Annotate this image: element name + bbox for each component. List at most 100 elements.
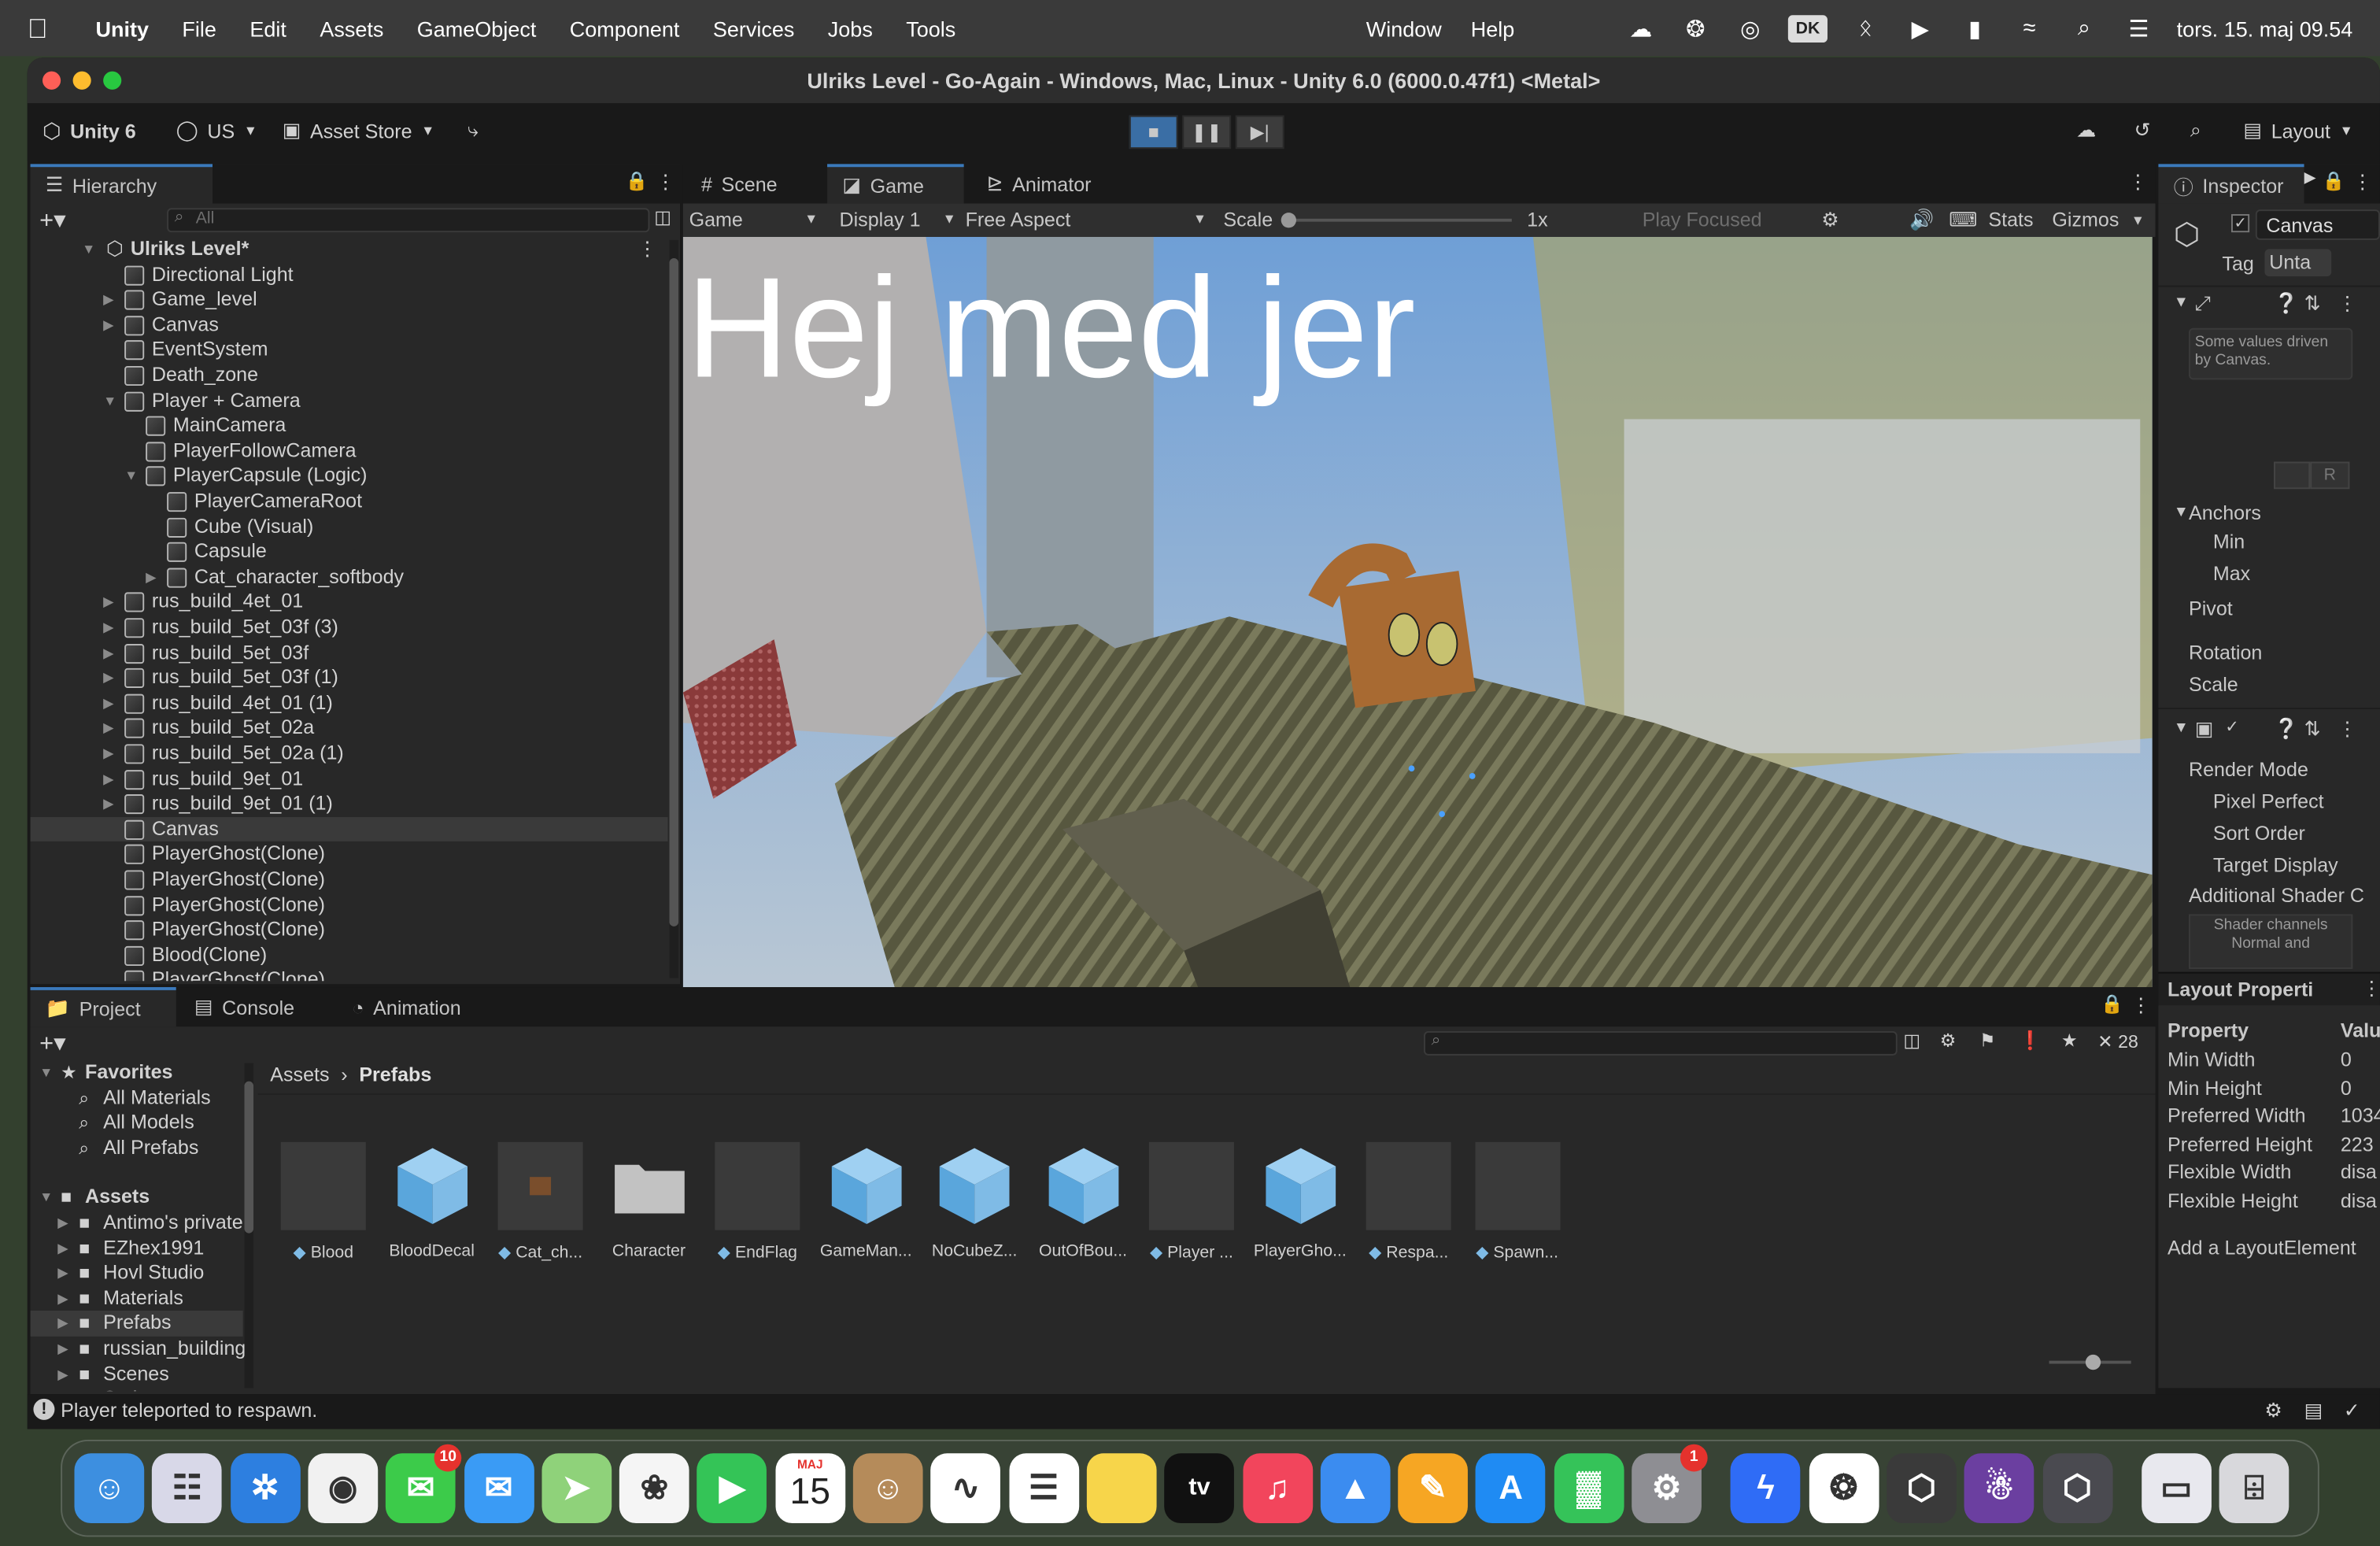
unityhub-icon[interactable]: ⬡: [2042, 1453, 2112, 1524]
hierarchy-item[interactable]: Canvas: [30, 816, 668, 842]
layout-dropdown[interactable]: ▤ Layout ▼: [2243, 118, 2352, 142]
lock-icon[interactable]: 🔒: [2323, 170, 2345, 191]
hierarchy-item[interactable]: PlayerGhost(Clone): [31, 893, 668, 918]
preset-icon[interactable]: ⇅: [2304, 291, 2321, 316]
thumbnail-size-slider[interactable]: [2049, 1354, 2131, 1370]
object-name-field[interactable]: Canvas: [2255, 209, 2380, 240]
tab-animator[interactable]: ⊵ Animator: [971, 164, 1107, 203]
menu-component[interactable]: Component: [570, 16, 680, 40]
hierarchy-item[interactable]: ▶ rus_build_4et_01 (1): [31, 690, 668, 716]
expand-arrow-icon[interactable]: ▶: [103, 792, 113, 817]
lock-icon[interactable]: 🔒: [2101, 993, 2123, 1015]
tab-console[interactable]: ▤ Console: [179, 987, 310, 1026]
pause-button[interactable]: ❚❚: [1182, 115, 1232, 150]
mail-icon[interactable]: ✉: [464, 1453, 534, 1524]
photos-icon[interactable]: ❀: [619, 1453, 689, 1524]
mute-audio-icon[interactable]: 🔊: [1909, 208, 1934, 232]
launchpad-icon[interactable]: ☷: [152, 1453, 223, 1524]
aspect-dropdown[interactable]: Free Aspect ▼: [966, 208, 1207, 231]
expand-arrow-icon[interactable]: ▼: [39, 1185, 53, 1211]
layout-properties-header[interactable]: Layout Properti ⋮: [2158, 971, 2380, 1006]
hierarchy-item[interactable]: ▶ Canvas: [31, 313, 668, 338]
contacts-icon[interactable]: ☺: [852, 1453, 923, 1524]
input-source-badge[interactable]: DK: [1787, 14, 1828, 43]
hierarchy-item[interactable]: Death_zone: [31, 363, 668, 388]
more-options-icon[interactable]: ⋮: [638, 237, 657, 262]
project-tree-item[interactable]: ▶ ■ Scripts: [31, 1387, 243, 1391]
expand-arrow-icon[interactable]: ▶: [103, 741, 113, 766]
keyboard-icon[interactable]: ⌨: [1949, 208, 1977, 232]
minimize-window-button[interactable]: [72, 71, 91, 90]
prefab-asset[interactable]: ◆ Blood: [270, 1141, 376, 1262]
add-layout-element-button[interactable]: Add a LayoutElement: [2168, 1236, 2356, 1259]
chrome-icon[interactable]: ◉: [308, 1453, 379, 1524]
project-tree-item[interactable]: ▶ ■ EZhex1991: [31, 1236, 243, 1261]
project-tree-item[interactable]: ▶ ■ Hovl Studio: [31, 1261, 243, 1286]
bluetooth-icon[interactable]: ᛟ: [1849, 14, 1882, 42]
creative-cloud-icon[interactable]: ◎: [1734, 14, 1767, 42]
project-tree-item[interactable]: ⌕ All Models: [31, 1111, 243, 1136]
menu-assets[interactable]: Assets: [320, 16, 383, 40]
expand-arrow-icon[interactable]: ▼: [103, 388, 116, 413]
cloud-sync-icon[interactable]: ☁: [1624, 14, 1658, 42]
project-search-input[interactable]: ⌕: [1423, 1030, 1898, 1056]
hierarchy-item[interactable]: PlayerCameraRoot: [31, 489, 668, 514]
help-icon[interactable]: ❔: [2274, 291, 2298, 316]
prefab-asset[interactable]: ◆ Spawn...: [1464, 1141, 1570, 1262]
tab-hierarchy[interactable]: ☰ Hierarchy: [30, 164, 213, 204]
game-mode-dropdown[interactable]: Game ▼: [689, 208, 819, 231]
cache-server-icon[interactable]: ▤: [2304, 1399, 2323, 1423]
hierarchy-item[interactable]: ▶ Cat_character_softbody: [31, 564, 668, 590]
battery-icon[interactable]: ▮: [1958, 14, 1991, 42]
stats-button[interactable]: Stats: [1988, 208, 2033, 231]
favorite-star-icon[interactable]: ★: [2061, 1030, 2078, 1051]
slider-thumb[interactable]: [2085, 1354, 2101, 1370]
component-enabled-checkbox[interactable]: ✓: [2225, 717, 2239, 737]
facetime-icon[interactable]: ▶: [697, 1453, 767, 1524]
chatgpt-icon[interactable]: ❂: [1809, 1453, 1879, 1524]
keynote-icon[interactable]: ▲: [1320, 1453, 1391, 1524]
expand-arrow-icon[interactable]: ▶: [103, 665, 113, 690]
prefab-asset[interactable]: ◆ Respa...: [1355, 1141, 1462, 1262]
close-window-button[interactable]: [42, 71, 61, 90]
prefab-asset[interactable]: PlayerGho...: [1247, 1142, 1353, 1260]
chevron-right-icon[interactable]: ▶: [2304, 170, 2316, 187]
project-tree-item[interactable]: ⌕ All Materials: [31, 1086, 243, 1111]
cloud-icon[interactable]: ☁: [2076, 118, 2096, 142]
expand-arrow-icon[interactable]: ▶: [146, 564, 156, 590]
display-dropdown[interactable]: Display 1 ▼: [839, 208, 955, 231]
hierarchy-item[interactable]: MainCamera: [31, 413, 668, 438]
menu-file[interactable]: File: [182, 16, 216, 40]
step-button[interactable]: ▶|: [1235, 115, 1284, 150]
prefab-asset[interactable]: OutOfBou...: [1030, 1142, 1136, 1260]
expand-arrow-icon[interactable]: ▶: [103, 615, 113, 640]
expand-arrow-icon[interactable]: ▼: [82, 237, 95, 262]
more-options-icon[interactable]: ⋮: [2128, 170, 2148, 194]
expand-arrow-icon[interactable]: ▶: [57, 1362, 68, 1387]
bug-icon[interactable]: ⚙: [1821, 208, 1839, 232]
more-options-icon[interactable]: ⋮: [2338, 717, 2357, 742]
messages-icon[interactable]: ✉ 10: [386, 1444, 462, 1524]
hierarchy-item[interactable]: ▼ PlayerCapsule (Logic): [31, 464, 668, 489]
expand-arrow-icon[interactable]: ▶: [103, 640, 113, 665]
project-tree-scrollbar[interactable]: [244, 1063, 254, 1389]
expand-arrow-icon[interactable]: ▶: [103, 690, 113, 716]
debug-icon[interactable]: ⚙: [2264, 1399, 2282, 1423]
more-options-icon[interactable]: ⋮: [2362, 977, 2380, 1001]
help-icon[interactable]: ❔: [2274, 717, 2298, 742]
prefab-asset[interactable]: ◆ Cat_ch...: [487, 1141, 593, 1262]
expand-arrow-icon[interactable]: ▶: [103, 590, 113, 615]
play-focused-dropdown[interactable]: Play Focused: [1643, 208, 1762, 231]
filter-by-type-icon[interactable]: ⚙: [1940, 1030, 1957, 1051]
hierarchy-item[interactable]: Capsule: [31, 539, 668, 564]
tab-animation[interactable]: ◔ Animation: [337, 987, 476, 1026]
notes-icon[interactable]: [1086, 1453, 1157, 1524]
chevron-down-icon[interactable]: ▼: [2131, 213, 2145, 227]
expand-arrow-icon[interactable]: ▼: [124, 464, 138, 489]
progress-check-icon[interactable]: ✓: [2344, 1399, 2360, 1423]
blueprint-mode-button[interactable]: [2273, 461, 2311, 490]
foldout-arrow-icon[interactable]: ▼: [2174, 294, 2189, 311]
lock-icon[interactable]: 🔒: [626, 170, 649, 191]
expand-arrow-icon[interactable]: ▶: [103, 766, 113, 791]
expand-arrow-icon[interactable]: ▶: [57, 1387, 68, 1391]
